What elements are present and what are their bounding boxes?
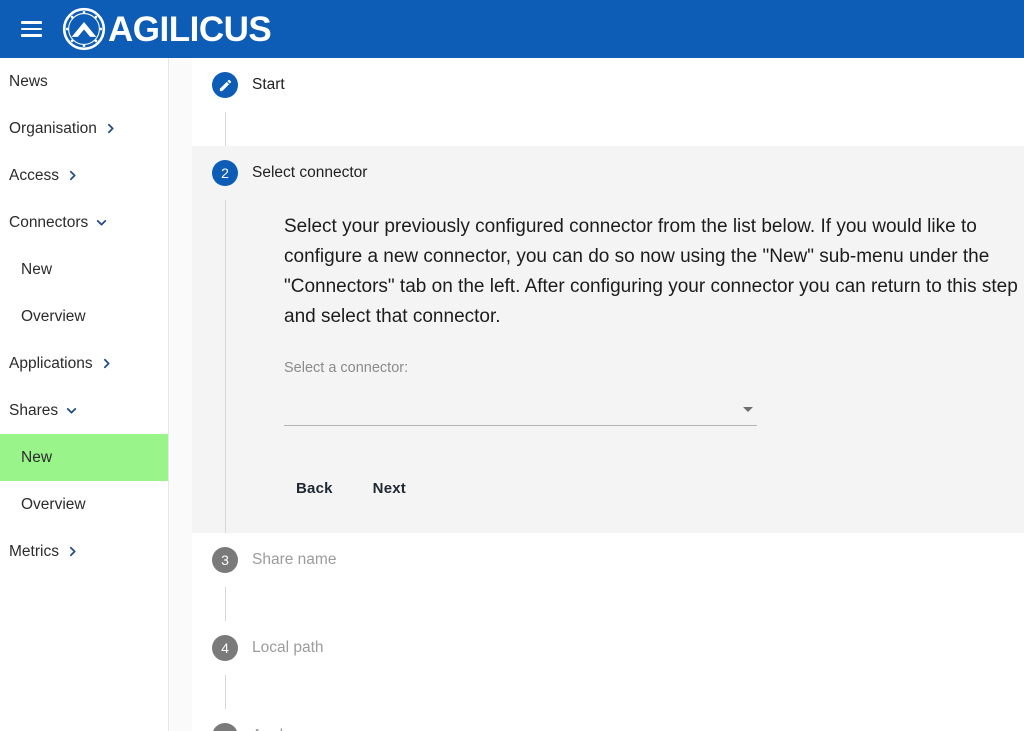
share-wizard-stepper: Start 2 Select connector Select your pre…: [192, 58, 1024, 731]
step-description: Select your previously configured connec…: [284, 200, 1024, 336]
sidebar-item-applications[interactable]: Applications: [0, 340, 168, 387]
sidebar-item-connectors-overview[interactable]: Overview: [0, 293, 168, 340]
wizard-step-select-connector-header[interactable]: 2 Select connector: [192, 146, 1024, 200]
wizard-step-share-name: 3 Share name: [192, 533, 1024, 621]
wizard-step-apply-header[interactable]: 5 Apply: [192, 709, 1024, 731]
hamburger-bar: [21, 28, 42, 31]
agilicus-logo-icon: [62, 7, 106, 51]
wizard-step-local-path-header[interactable]: 4 Local path: [192, 621, 1024, 675]
sidebar-content-divider: [169, 58, 192, 731]
step-number-badge: 2: [212, 160, 238, 186]
wizard-step-label: Local path: [252, 639, 324, 657]
sidebar-item-access[interactable]: Access: [0, 152, 168, 199]
wizard-step-label: Select connector: [252, 164, 367, 182]
sidebar-item-shares[interactable]: Shares: [0, 387, 168, 434]
wizard-step-start-header[interactable]: Start: [192, 58, 1024, 112]
brand-title: AGILICUS: [108, 12, 271, 47]
chevron-right-icon: [100, 357, 113, 370]
wizard-button-row: Back Next: [284, 426, 1024, 533]
wizard-step-start: Start: [192, 58, 1024, 146]
sidebar-item-shares-new[interactable]: New: [0, 434, 168, 481]
hamburger-menu-icon[interactable]: [14, 12, 48, 46]
sidebar-item-label: Shares: [9, 402, 58, 420]
sidebar-item-label: New: [21, 261, 52, 279]
chevron-down-icon: [95, 216, 108, 229]
connector-select-label: Select a connector:: [284, 360, 1024, 376]
chevron-down-icon: [65, 404, 78, 417]
sidebar-item-connectors-new[interactable]: New: [0, 246, 168, 293]
step-number-badge: 4: [212, 635, 238, 661]
chevron-right-icon: [66, 169, 79, 182]
connector-field-block: Select a connector:: [284, 336, 1024, 426]
step-number-badge: 3: [212, 547, 238, 573]
sidebar-item-label: Overview: [21, 496, 86, 514]
step-number-badge: 5: [212, 723, 238, 731]
sidebar-item-news[interactable]: News: [0, 58, 168, 105]
wizard-step-apply: 5 Apply: [192, 709, 1024, 731]
step-connector-line: [225, 675, 226, 709]
sidebar-item-label: Connectors: [9, 214, 88, 232]
sidebar-item-shares-overview[interactable]: Overview: [0, 481, 168, 528]
sidebar-item-label: Metrics: [9, 543, 59, 561]
sidebar: News Organisation Access Connectors New …: [0, 58, 169, 731]
chevron-down-icon[interactable]: [743, 407, 753, 412]
sidebar-item-label: Applications: [9, 355, 93, 373]
wizard-step-share-name-header[interactable]: 3 Share name: [192, 533, 1024, 587]
sidebar-item-organisation[interactable]: Organisation: [0, 105, 168, 152]
sidebar-item-connectors[interactable]: Connectors: [0, 199, 168, 246]
connector-select-input[interactable]: [284, 396, 757, 426]
sidebar-item-metrics[interactable]: Metrics: [0, 528, 168, 575]
next-button[interactable]: Next: [361, 472, 418, 505]
brand-logo[interactable]: AGILICUS: [62, 7, 271, 51]
hamburger-bar: [21, 21, 42, 24]
wizard-step-label: Share name: [252, 551, 336, 569]
wizard-step-local-path: 4 Local path: [192, 621, 1024, 709]
main-content: Start 2 Select connector Select your pre…: [192, 58, 1024, 731]
hamburger-bar: [21, 34, 42, 37]
sidebar-item-label: New: [21, 449, 52, 467]
step-connector-line: [225, 112, 226, 146]
sidebar-item-label: Overview: [21, 308, 86, 326]
wizard-step-label: Start: [252, 76, 285, 94]
wizard-step-select-connector-body: Select your previously configured connec…: [225, 200, 1024, 533]
sidebar-item-label: News: [9, 73, 48, 91]
wizard-step-label: Apply: [252, 727, 291, 731]
edit-pencil-icon: [212, 72, 238, 98]
sidebar-item-label: Organisation: [9, 120, 97, 138]
chevron-right-icon: [66, 545, 79, 558]
wizard-step-select-connector: 2 Select connector Select your previousl…: [192, 146, 1024, 533]
chevron-right-icon: [104, 122, 117, 135]
app-header: AGILICUS: [0, 0, 1024, 58]
back-button[interactable]: Back: [284, 472, 345, 505]
step-connector-line: [225, 587, 226, 621]
sidebar-item-label: Access: [9, 167, 59, 185]
